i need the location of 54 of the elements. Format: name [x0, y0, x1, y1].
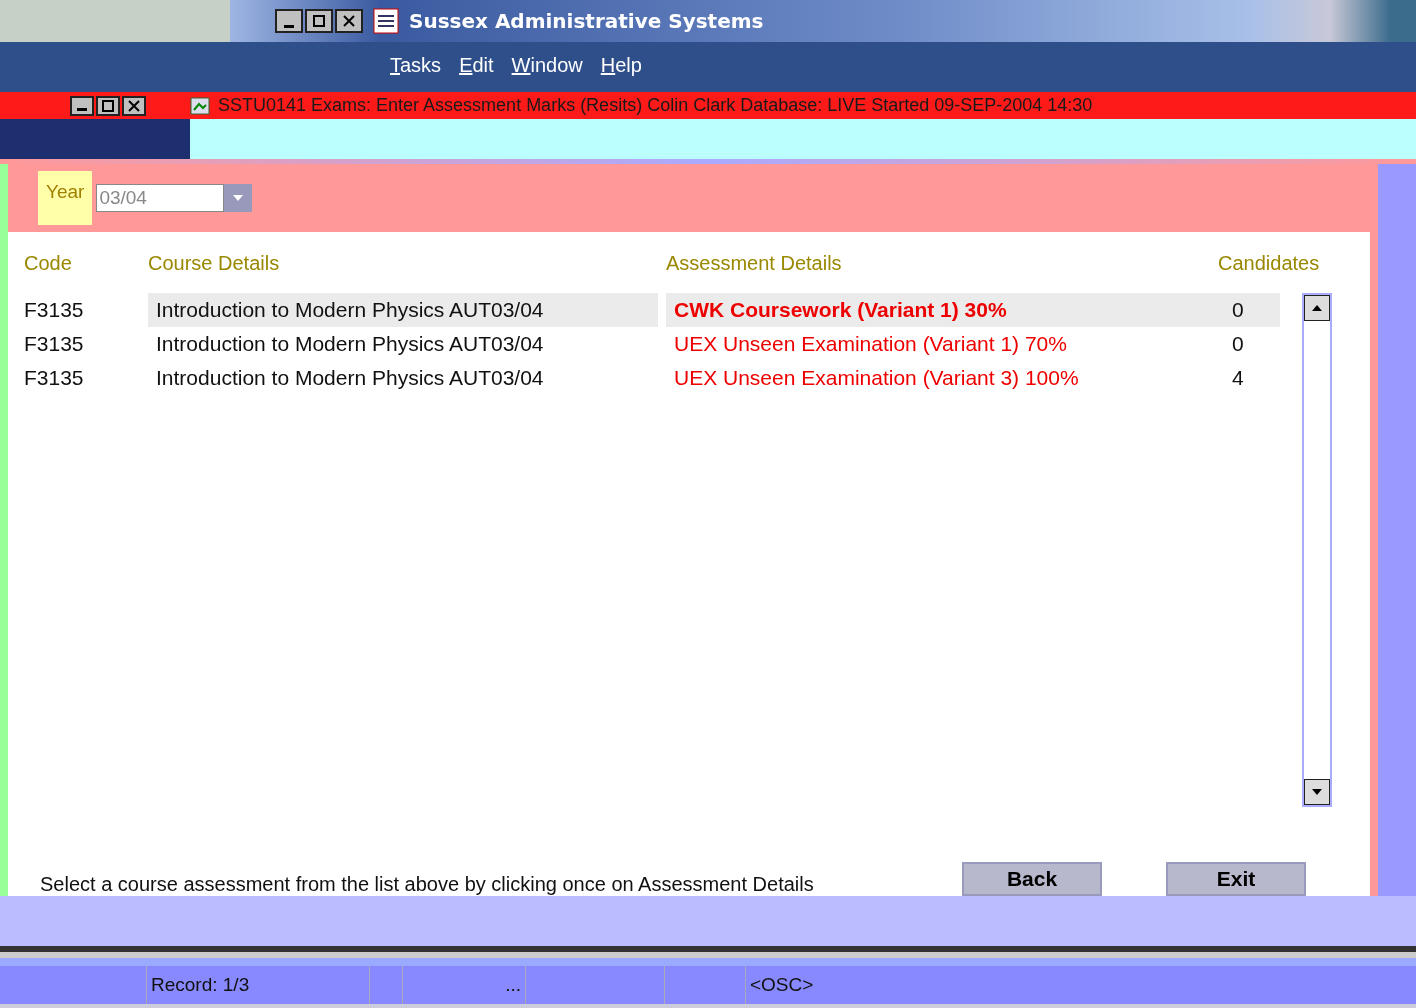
scrollbar[interactable]: [1302, 293, 1332, 807]
close-icon: [343, 15, 355, 27]
minimize-button[interactable]: [275, 9, 303, 33]
table-row[interactable]: F3135 Introduction to Modern Physics AUT03/04 CWK Coursework (Variant 1) 30% 0: [24, 293, 1280, 327]
table-cell-text: F3135: [24, 297, 85, 323]
menu-item[interactable]: Window: [511, 53, 583, 77]
table-cell-text: Introduction to Modern Physics AUT03/04: [155, 365, 545, 391]
close-button[interactable]: [335, 9, 363, 33]
maximize-button[interactable]: [305, 9, 333, 33]
table-cell: CWK Coursework (Variant 1) 30%: [666, 293, 1218, 327]
table-cell-text: UEX Unseen Examination (Variant 3) 100%: [673, 365, 1080, 391]
table-cell-text: F3135: [24, 365, 85, 391]
table-row[interactable]: F3135 Introduction to Modern Physics AUT03/04 UEX Unseen Examination (Variant 3) 100% 4: [24, 361, 1280, 395]
table-cell-text: 0: [1231, 331, 1245, 357]
column-header: Assessment Details: [666, 252, 843, 275]
minimize-button[interactable]: [70, 95, 94, 116]
maximize-button[interactable]: [96, 95, 120, 116]
caret-down-icon: [233, 195, 244, 201]
scroll-up-button[interactable]: [1304, 295, 1330, 321]
scroll-down-button[interactable]: [1304, 779, 1330, 805]
column-header: Course Details: [148, 252, 281, 275]
form-icon: [190, 96, 210, 115]
form-title: SSTU0141 Exams: Enter Assessment Marks (Resits) Colin Clark Database: LIVE Started 09-SEP-2004 14:30: [218, 95, 1093, 116]
table-cell-text: 4: [1231, 365, 1245, 391]
menu-item[interactable]: Tasks: [390, 53, 442, 77]
record-count: Record: 1/3: [146, 966, 369, 1004]
table-cell-text: F3135: [24, 331, 85, 357]
status-text: ...: [402, 966, 525, 1004]
year-field[interactable]: 03/04: [96, 184, 225, 212]
table-row[interactable]: F3135 Introduction to Modern Physics AUT03/04 UEX Unseen Examination (Variant 1) 70% 0: [24, 327, 1280, 361]
column-header: Code: [24, 252, 73, 275]
maximize-icon: [313, 15, 325, 27]
table-cell: Introduction to Modern Physics AUT03/04: [148, 293, 658, 327]
maximize-icon: [102, 99, 114, 112]
hint-text: Select a course assessment from the list above by clicking once on Assessment Details: [40, 873, 815, 896]
menu-item[interactable]: Help: [600, 53, 642, 77]
minimize-icon: [77, 107, 87, 111]
table-cell-text: UEX Unseen Examination (Variant 1) 70%: [673, 331, 1068, 357]
window-title: Sussex Administrative Systems: [409, 9, 764, 33]
table-cell-text: Introduction to Modern Physics AUT03/04: [155, 331, 545, 357]
year-label: Year: [38, 171, 93, 225]
caret-up-icon: [1312, 305, 1322, 311]
minimize-icon: [284, 25, 294, 28]
column-header: Candidates: [1218, 252, 1321, 275]
action-button[interactable]: Back: [962, 862, 1102, 896]
caret-down-icon: [1312, 789, 1322, 795]
app-logo-icon: [373, 8, 399, 34]
mode-indicator: <OSC>: [745, 966, 1416, 1004]
table-cell: 0: [1218, 293, 1280, 327]
menu-item[interactable]: Edit: [459, 53, 494, 77]
dropdown-button[interactable]: [224, 184, 253, 212]
close-button[interactable]: [122, 95, 146, 116]
action-button[interactable]: Exit: [1166, 862, 1306, 896]
close-icon: [128, 99, 140, 112]
